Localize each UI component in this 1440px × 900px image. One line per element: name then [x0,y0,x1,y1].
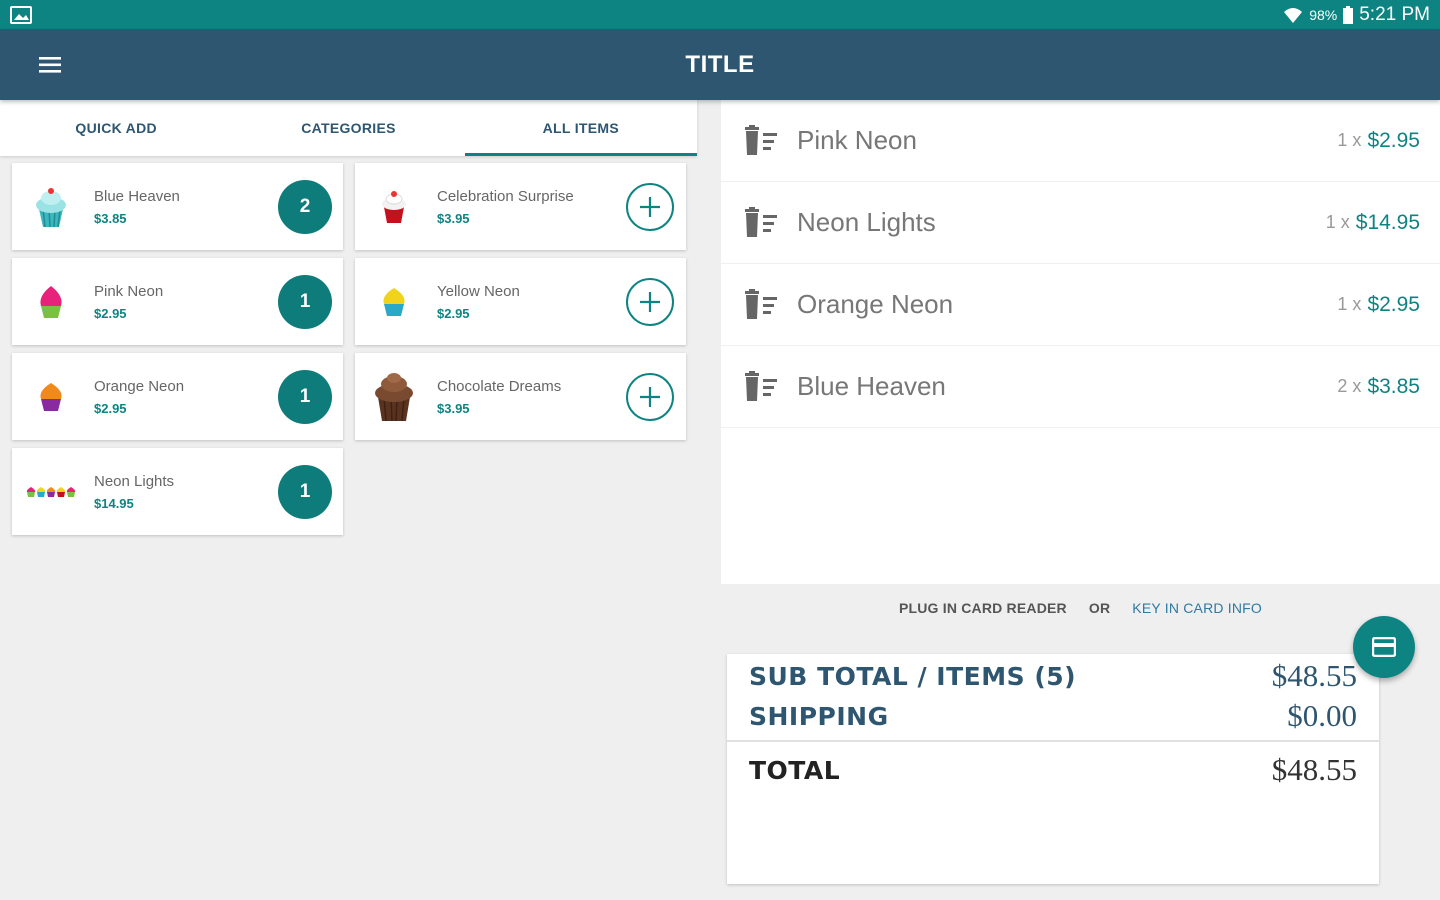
gallery-icon [10,5,32,24]
plug-in-card-reader-label: PLUG IN CARD READER [898,600,1067,616]
shipping-row: SHIPPING $0.00 [749,698,1357,733]
plus-icon [640,386,660,407]
quantity-badge[interactable]: 2 [278,179,332,234]
battery-icon [1343,5,1354,24]
tab-quick-add[interactable]: QUICK ADD [0,100,232,156]
add-button[interactable] [626,277,674,326]
wifi-icon [1284,7,1303,23]
plus-icon [640,196,660,217]
divider [727,740,1379,742]
quantity-badge[interactable]: 1 [278,274,332,329]
app-title: TITLE [685,50,755,78]
battery-percent: 98% [1309,6,1338,23]
or-label: OR [1088,600,1111,616]
hamburger-menu-icon[interactable] [38,54,62,76]
cart-item: Neon Lights 1 x $14.95 [721,182,1440,264]
quantity-badge[interactable]: 1 [278,464,332,519]
credit-card-icon [1372,637,1396,657]
clock: 5:21 PM [1359,3,1430,25]
payment-options: PLUG IN CARD READER OR KEY IN CARD INFO [721,600,1440,620]
add-button[interactable] [626,372,674,421]
cart-item: Orange Neon 1 x $2.95 [721,264,1440,346]
total-row: TOTAL $48.55 [749,752,1357,787]
product-card-yellow-neon[interactable]: Yellow Neon $2.95 [355,258,686,345]
cupcake-row-icon [26,486,76,497]
product-card-celebration-surprise[interactable]: Celebration Surprise $3.95 [355,163,686,250]
tab-categories[interactable]: CATEGORIES [232,100,464,156]
orange-cupcake-icon [40,382,62,411]
yellow-cupcake-icon [383,287,405,316]
product-card-blue-heaven[interactable]: Blue Heaven $3.85 2 [12,163,343,250]
delete-item-icon[interactable] [743,124,779,157]
cart-list: Pink Neon 1 x $2.95 Neon Lights 1 x $14.… [721,100,1440,584]
delete-item-icon[interactable] [743,288,779,321]
cart-item: Pink Neon 1 x $2.95 [721,100,1440,182]
red-cupcake-icon [382,190,406,223]
plus-icon [640,291,660,312]
tab-all-items[interactable]: ALL ITEMS [464,100,698,156]
blue-cupcake-icon [36,187,66,227]
cart-item: Blue Heaven 2 x $3.85 [721,346,1440,428]
key-in-card-info-link[interactable]: KEY IN CARD INFO [1132,600,1262,620]
quantity-badge[interactable]: 1 [278,369,332,424]
subtotal-row: SUB TOTAL / ITEMS (5) $48.55 [749,658,1357,693]
product-card-orange-neon[interactable]: Orange Neon $2.95 1 [12,353,343,440]
app-bar: TITLE [0,29,1440,100]
card-payment-button[interactable] [1353,616,1415,678]
totals-panel: SUB TOTAL / ITEMS (5) $48.55 SHIPPING $0… [727,654,1379,884]
delete-item-icon[interactable] [743,370,779,403]
add-button[interactable] [626,182,674,231]
product-card-pink-neon[interactable]: Pink Neon $2.95 1 [12,258,343,345]
delete-item-icon[interactable] [743,206,779,239]
product-card-neon-lights[interactable]: Neon Lights $14.95 1 [12,448,343,535]
tab-bar: QUICK ADD CATEGORIES ALL ITEMS [0,100,698,156]
chocolate-cupcake-icon [375,372,413,421]
product-card-chocolate-dreams[interactable]: Chocolate Dreams $3.95 [355,353,686,440]
status-bar: 98% 5:21 PM [0,0,1440,29]
pink-cupcake-icon [40,285,62,318]
